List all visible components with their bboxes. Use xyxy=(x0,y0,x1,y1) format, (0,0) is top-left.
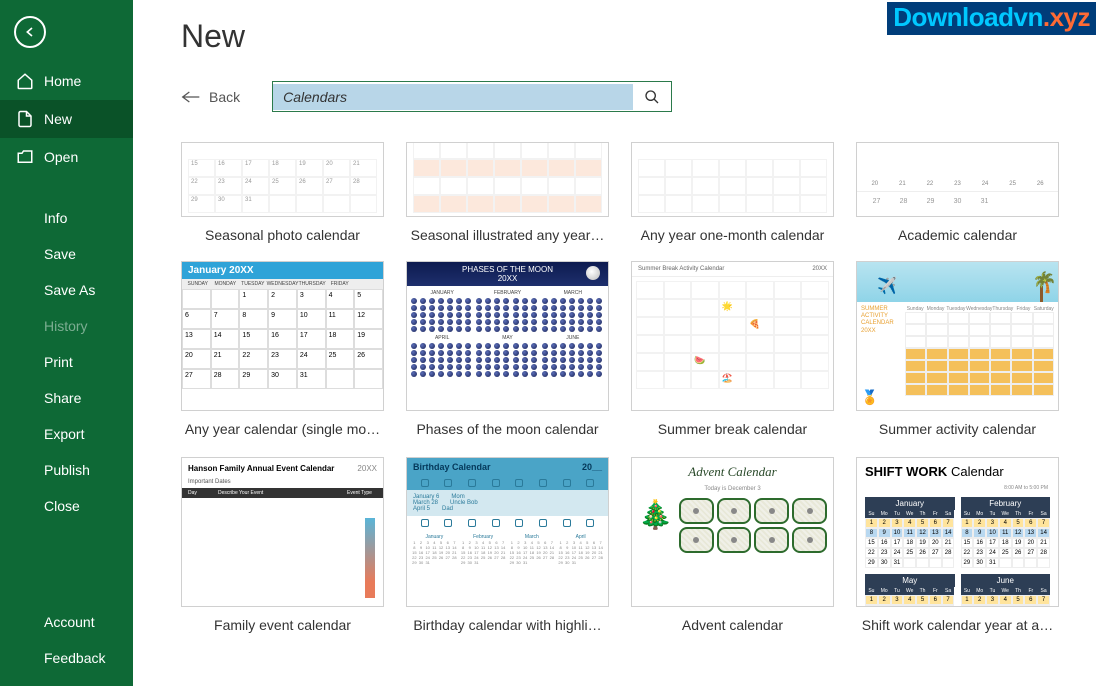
sidebar-item-home[interactable]: Home xyxy=(0,62,133,100)
sidebar-item-share[interactable]: Share xyxy=(0,380,133,416)
template-label: Seasonal photo calendar xyxy=(181,227,384,243)
sidebar-item-label: Open xyxy=(44,149,78,165)
template-any-year-one-month[interactable]: Any year one-month calendar xyxy=(631,142,834,243)
sidebar: Home New Open Info Save Save As History … xyxy=(0,0,133,686)
back-link[interactable]: Back xyxy=(181,89,240,105)
search-input[interactable] xyxy=(273,84,633,110)
sidebar-item-export[interactable]: Export xyxy=(0,416,133,452)
template-label: Any year one-month calendar xyxy=(631,227,834,243)
template-label: Family event calendar xyxy=(181,617,384,633)
template-academic[interactable]: 20212223242526 2728293031 Academic calen… xyxy=(856,142,1059,243)
template-label: Summer break calendar xyxy=(631,421,834,437)
template-seasonal-illustrated[interactable]: Seasonal illustrated any year… xyxy=(406,142,609,243)
template-summer-break[interactable]: Summer Break Activity Calendar20XX 🌟🍕🍉🏖️… xyxy=(631,261,834,437)
template-label: Seasonal illustrated any year… xyxy=(406,227,609,243)
search-button[interactable] xyxy=(633,82,671,111)
main-panel: New Back 1516171819202122232425262728293… xyxy=(133,0,1098,686)
sidebar-item-label: Home xyxy=(44,73,81,89)
back-arrow-icon xyxy=(22,24,38,40)
sidebar-item-info[interactable]: Info xyxy=(0,200,133,236)
sidebar-item-new[interactable]: New xyxy=(0,100,133,138)
thumb-header: January 20XX xyxy=(182,262,383,279)
back-link-label: Back xyxy=(209,89,240,105)
sidebar-item-close[interactable]: Close xyxy=(0,488,133,524)
back-arrow-icon xyxy=(181,90,201,104)
template-moon-phases[interactable]: PHASES OF THE MOON20XX JANUARYFEBRUARYMA… xyxy=(406,261,609,437)
search-icon xyxy=(644,89,660,105)
watermark: Downloadvn.xyz xyxy=(887,2,1096,35)
sidebar-item-saveas[interactable]: Save As xyxy=(0,272,133,308)
sidebar-item-open[interactable]: Open xyxy=(0,138,133,176)
template-label: Shift work calendar year at a… xyxy=(856,617,1059,633)
sidebar-item-account[interactable]: Account xyxy=(0,604,133,640)
template-shift-work[interactable]: SHIFT WORK Calendar 8:00 AM to 5:00 PM J… xyxy=(856,457,1059,633)
template-label: Summer activity calendar xyxy=(856,421,1059,437)
template-label: Advent calendar xyxy=(631,617,834,633)
template-any-year-single[interactable]: January 20XX SUNDAYMONDAYTUESDAYWEDNESDA… xyxy=(181,261,384,437)
template-label: Phases of the moon calendar xyxy=(406,421,609,437)
template-label: Any year calendar (single mo… xyxy=(181,421,384,437)
sidebar-item-publish[interactable]: Publish xyxy=(0,452,133,488)
template-summer-activity[interactable]: ✈️ SUMMER ACTIVITY CALENDAR 20XX SundayM… xyxy=(856,261,1059,437)
template-label: Academic calendar xyxy=(856,227,1059,243)
template-label: Birthday calendar with highli… xyxy=(406,617,609,633)
sidebar-item-history: History xyxy=(0,308,133,344)
template-advent[interactable]: Advent Calendar Today is December 3 🎄 Ad… xyxy=(631,457,834,633)
home-icon xyxy=(16,72,34,90)
sidebar-item-print[interactable]: Print xyxy=(0,344,133,380)
template-birthday[interactable]: Birthday Calendar20__ January 6Mom March… xyxy=(406,457,609,633)
search-box xyxy=(272,81,672,112)
back-button[interactable] xyxy=(14,16,46,48)
template-family-event[interactable]: Hanson Family Annual Event Calendar20XX … xyxy=(181,457,384,633)
sidebar-item-label: New xyxy=(44,111,72,127)
sidebar-item-save[interactable]: Save xyxy=(0,236,133,272)
new-icon xyxy=(16,110,34,128)
open-icon xyxy=(16,148,34,166)
sidebar-item-feedback[interactable]: Feedback xyxy=(0,640,133,676)
template-seasonal-photo[interactable]: 1516171819202122232425262728293031 Seaso… xyxy=(181,142,384,243)
